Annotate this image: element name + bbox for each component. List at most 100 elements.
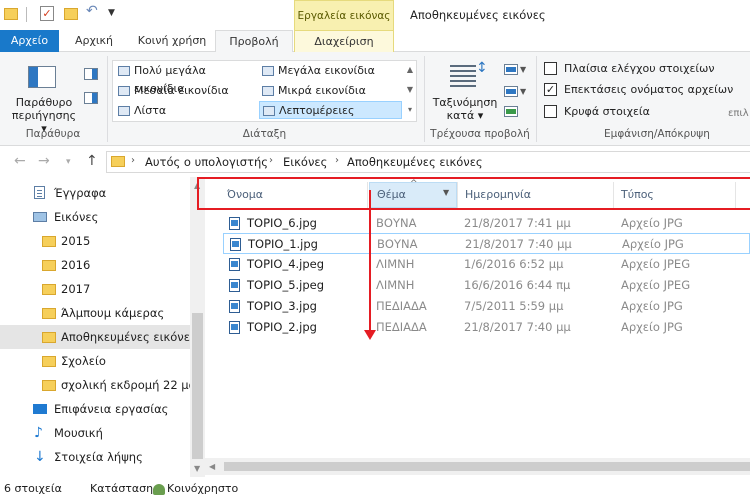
image-file-icon: [229, 217, 240, 230]
image-file-icon: [229, 300, 240, 313]
tree-item-2016[interactable]: 2016: [0, 253, 190, 277]
file-row[interactable]: TOPIO_1.jpg ΒΟΥΝΑ 21/8/2017 7:40 μμ Αρχε…: [223, 233, 750, 254]
size-columns-icon[interactable]: [504, 106, 518, 117]
preview-pane-icon[interactable]: [84, 68, 98, 80]
file-date: 16/6/2016 6:44 πμ: [464, 278, 571, 292]
sort-by-icon[interactable]: [450, 62, 476, 94]
navigation-pane: Έγγραφα Εικόνες 2015 2016 2017 Άλμπουμ κ…: [0, 177, 205, 477]
title-bar: ✓ ↶ ▼ Εργαλεία εικόνας Αποθηκευμένες εικ…: [0, 0, 750, 30]
layout-small-icons[interactable]: Μικρά εικονίδια: [259, 82, 401, 100]
file-theme: ΛΙΜΝΗ: [376, 278, 415, 292]
breadcrumb-saved-pictures[interactable]: Αποθηκευμένες εικόνες: [347, 155, 483, 169]
music-icon: ♪: [34, 425, 43, 441]
properties-icon[interactable]: ✓: [40, 6, 54, 21]
desktop-icon: [33, 404, 47, 414]
recent-locations-icon[interactable]: ▾: [66, 157, 71, 167]
file-row[interactable]: TOPIO_2.jpg ΠΕΔΙΑΔΑ 21/8/2017 7:40 μμ Αρ…: [223, 317, 750, 338]
folder-icon: [42, 356, 56, 367]
tree-item-saved-pictures[interactable]: Αποθηκευμένες εικόνες: [0, 325, 190, 349]
more-layouts-icon[interactable]: ▾: [403, 100, 417, 120]
tree-item-2015[interactable]: 2015: [0, 229, 190, 253]
file-row[interactable]: TOPIO_3.jpg ΠΕΔΙΑΔΑ 7/5/2011 5:59 μμ Αρχ…: [223, 296, 750, 317]
file-theme: ΒΟΥΝΑ: [377, 237, 418, 251]
tree-item-pictures[interactable]: Εικόνες: [0, 205, 190, 229]
file-type: Αρχείο JPG: [621, 216, 683, 230]
small-icons-icon: [262, 86, 274, 96]
tab-file[interactable]: Αρχείο: [0, 30, 59, 52]
new-folder-icon[interactable]: [64, 8, 78, 20]
tab-manage[interactable]: Διαχείριση: [294, 30, 394, 52]
tree-item-school-trip[interactable]: σχολική εκδρομή 22 μαϊ: [0, 373, 190, 397]
address-bar[interactable]: › Αυτός ο υπολογιστής › Εικόνες › Αποθηκ…: [106, 151, 750, 173]
group-by-icon[interactable]: [504, 64, 518, 75]
layout-list[interactable]: Λίστα: [115, 102, 257, 120]
layout-details[interactable]: Λεπτομέρειες: [259, 101, 402, 119]
folder-icon: [42, 260, 56, 271]
horizontal-scrollbar-thumb[interactable]: [224, 462, 750, 471]
customize-toolbar-dropdown-icon[interactable]: ▼: [108, 8, 115, 18]
tab-view[interactable]: Προβολή: [215, 30, 293, 53]
folder-icon: [42, 332, 56, 343]
chevron-right-icon[interactable]: ›: [335, 155, 339, 166]
layout-extra-large-icons[interactable]: Πολύ μεγάλα εικονίδια: [115, 62, 257, 95]
file-theme: ΠΕΔΙΑΔΑ: [376, 299, 427, 313]
image-file-icon: [230, 238, 241, 251]
chevron-right-icon[interactable]: ›: [269, 155, 273, 166]
file-type: Αρχείο JPG: [621, 299, 683, 313]
tree-item-school[interactable]: Σχολείο: [0, 349, 190, 373]
back-icon[interactable]: ←: [14, 153, 26, 169]
undo-icon[interactable]: ↶: [86, 3, 98, 19]
tree-item-2017[interactable]: 2017: [0, 277, 190, 301]
forward-icon[interactable]: →: [38, 153, 50, 169]
tree-item-documents[interactable]: Έγγραφα: [0, 181, 190, 205]
file-type: Αρχείο JPG: [621, 320, 683, 334]
image-file-icon: [229, 321, 240, 334]
up-icon[interactable]: ↑: [86, 153, 98, 169]
breadcrumb-this-pc[interactable]: Αυτός ο υπολογιστής: [145, 155, 268, 169]
file-date: 7/5/2011 5:59 μμ: [464, 299, 564, 313]
layout-large-icons[interactable]: Μεγάλα εικονίδια: [259, 62, 401, 80]
file-row[interactable]: TOPIO_5.jpeg ΛΙΜΝΗ 16/6/2016 6:44 πμ Αρχ…: [223, 275, 750, 296]
hidden-items-toggle[interactable]: Κρυφά στοιχεία: [544, 103, 650, 121]
file-extensions-toggle[interactable]: ✓ Επεκτάσεις ονόματος αρχείων: [544, 81, 733, 99]
add-columns-icon[interactable]: [504, 86, 518, 97]
tab-share[interactable]: Κοινή χρήση: [129, 30, 215, 52]
window-title: Αποθηκευμένες εικόνες: [410, 8, 546, 22]
add-columns-dropdown-icon[interactable]: ▼: [520, 87, 526, 96]
hidden-items-checkbox[interactable]: [544, 104, 557, 118]
layout-medium-icons[interactable]: Μεσαία εικονίδια: [115, 82, 257, 100]
layout-gallery-scroll[interactable]: ▲ ▼ ▾: [403, 60, 417, 122]
file-name: TOPIO_4.jpeg: [247, 257, 325, 271]
tree-item-camera-roll[interactable]: Άλμπουμ κάμερας: [0, 301, 190, 325]
tree-item-desktop[interactable]: Επιφάνεια εργασίας: [0, 397, 190, 421]
status-state-label: Κατάσταση:: [90, 482, 157, 495]
item-checkboxes-checkbox[interactable]: [544, 61, 557, 75]
status-bar: 6 στοιχεία Κατάσταση: Κοινόχρηστο: [0, 477, 750, 500]
tree-item-downloads[interactable]: ↓ Στοιχεία λήψης: [0, 445, 190, 469]
annotation-arrow-line: [369, 190, 371, 332]
tree-item-music[interactable]: ♪ Μουσική: [0, 421, 190, 445]
file-extensions-checkbox[interactable]: ✓: [544, 82, 557, 96]
file-type: Αρχείο JPEG: [621, 257, 691, 271]
file-row[interactable]: TOPIO_6.jpg ΒΟΥΝΑ 21/8/2017 7:41 μμ Αρχε…: [223, 213, 750, 234]
nav-scrollbar-thumb[interactable]: [192, 313, 203, 459]
scroll-down-icon[interactable]: ▼: [194, 464, 200, 473]
details-pane-icon[interactable]: [84, 92, 98, 104]
file-name: TOPIO_5.jpeg: [247, 278, 325, 292]
options-label: επιλ: [728, 108, 749, 119]
tab-home[interactable]: Αρχική: [59, 30, 129, 52]
scroll-up-icon[interactable]: ▲: [403, 60, 417, 80]
details-icon: [263, 106, 275, 116]
chevron-right-icon[interactable]: ›: [131, 155, 135, 166]
sort-by-button[interactable]: Ταξινόμηση κατά ▾: [428, 96, 502, 122]
scroll-down-icon[interactable]: ▼: [403, 80, 417, 100]
file-theme: ΛΙΜΝΗ: [376, 257, 415, 271]
address-row: ← → ▾ ↑ › Αυτός ο υπολογιστής › Εικόνες …: [0, 147, 750, 177]
file-date: 21/8/2017 7:40 μμ: [465, 237, 572, 251]
scroll-left-icon[interactable]: ◀: [209, 462, 215, 471]
breadcrumb-pictures[interactable]: Εικόνες: [283, 155, 327, 169]
group-by-dropdown-icon[interactable]: ▼: [520, 65, 526, 74]
file-row[interactable]: TOPIO_4.jpeg ΛΙΜΝΗ 1/6/2016 6:52 μμ Αρχε…: [223, 254, 750, 275]
navigation-pane-icon[interactable]: [28, 66, 56, 88]
item-checkboxes-toggle[interactable]: Πλαίσια ελέγχου στοιχείων: [544, 60, 714, 78]
